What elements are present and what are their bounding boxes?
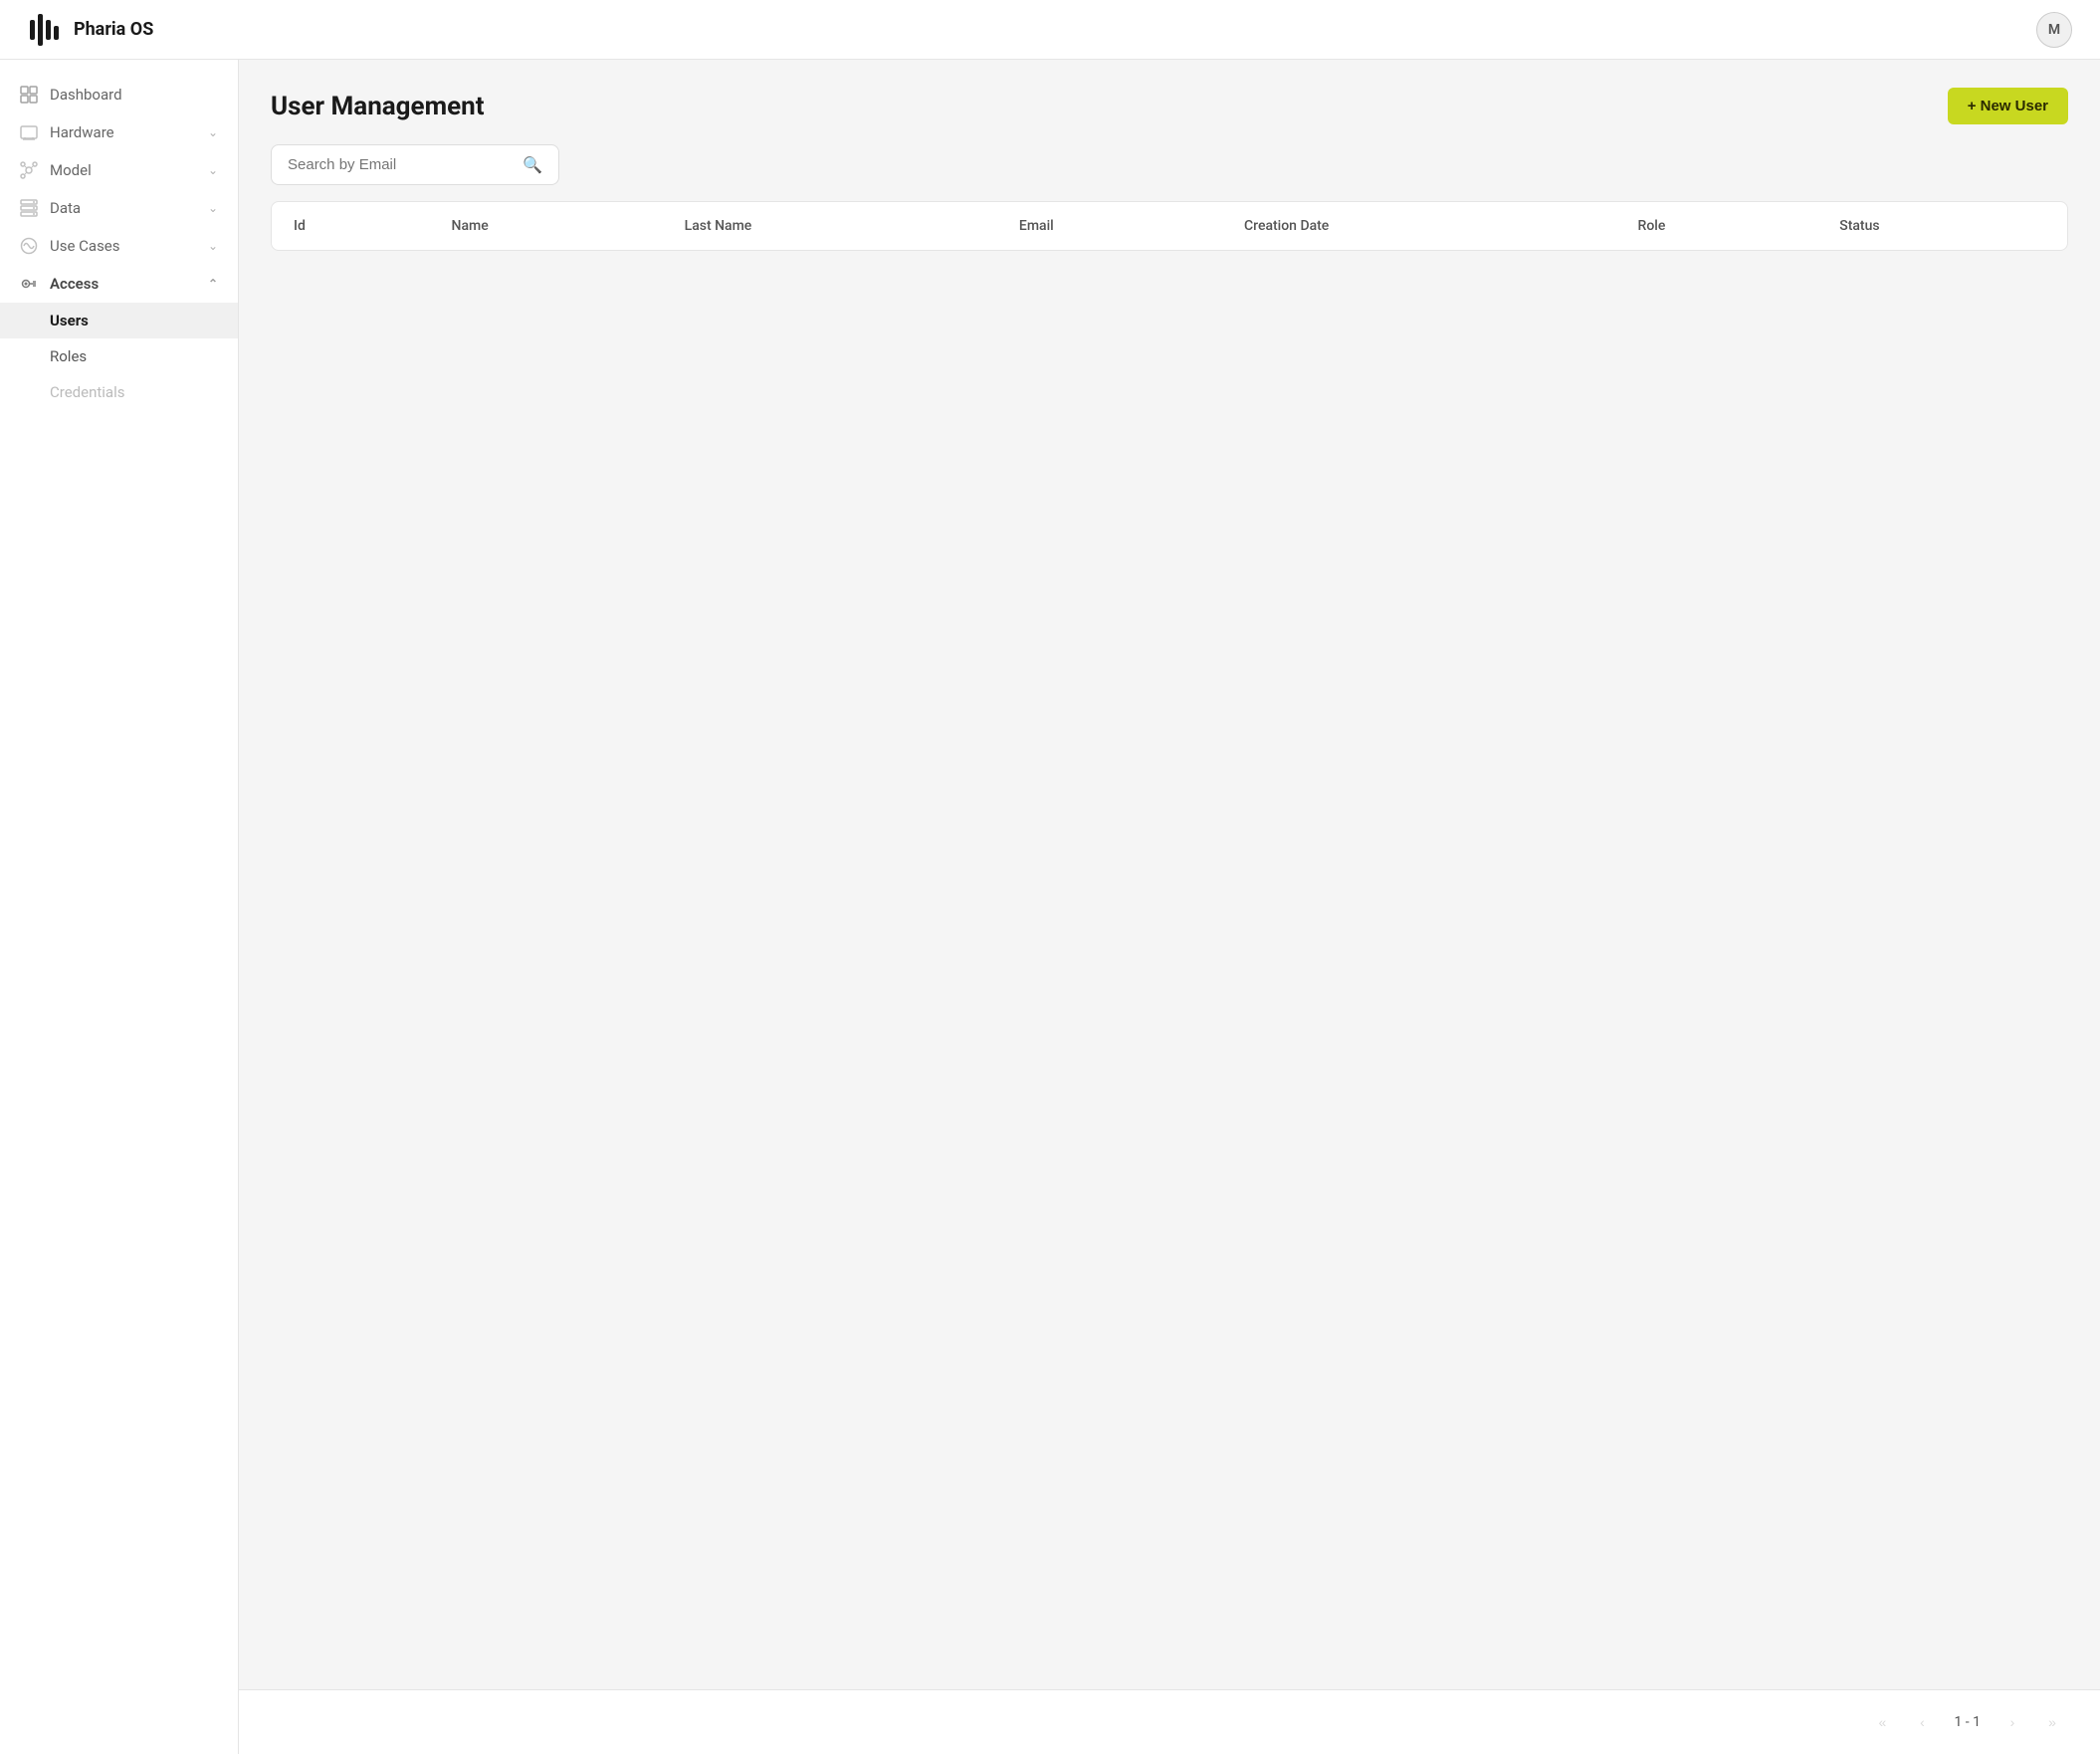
page-info: 1 - 1 bbox=[1946, 1714, 1989, 1730]
sidebar-item-label: Use Cases bbox=[50, 237, 120, 255]
sidebar-sub-item-credentials: Credentials bbox=[0, 374, 238, 410]
sidebar-item-use-cases[interactable]: Use Cases ⌄ bbox=[0, 227, 238, 265]
pharia-logo-icon bbox=[28, 12, 64, 48]
access-icon bbox=[20, 275, 38, 293]
sidebar-sub-item-roles[interactable]: Roles bbox=[0, 338, 238, 374]
hardware-icon bbox=[20, 123, 38, 141]
app-name: Pharia OS bbox=[74, 19, 153, 40]
next-page-button[interactable]: › bbox=[1996, 1706, 2028, 1738]
sidebar-item-label: Dashboard bbox=[50, 86, 122, 104]
chevron-down-icon: ⌄ bbox=[208, 163, 218, 177]
table-wrapper: Id Name Last Name Email Creation Date Ro… bbox=[239, 201, 2100, 1689]
sidebar-item-data[interactable]: Data ⌄ bbox=[0, 189, 238, 227]
sidebar-sub-item-label: Roles bbox=[50, 347, 87, 365]
main-content: User Management + New User 🔍 Id Name Las… bbox=[239, 60, 2100, 1754]
first-page-button[interactable]: « bbox=[1866, 1706, 1898, 1738]
pagination: « ‹ 1 - 1 › » bbox=[239, 1689, 2100, 1754]
col-name: Name bbox=[436, 204, 667, 248]
use-cases-icon bbox=[20, 237, 38, 255]
col-email: Email bbox=[1003, 204, 1226, 248]
table-header: Id Name Last Name Email Creation Date Ro… bbox=[274, 204, 2065, 248]
col-role: Role bbox=[1622, 204, 1822, 248]
page-title: User Management bbox=[271, 92, 485, 121]
users-table: Id Name Last Name Email Creation Date Ro… bbox=[271, 201, 2068, 251]
search-input[interactable] bbox=[288, 156, 515, 173]
sidebar-item-label: Hardware bbox=[50, 123, 114, 141]
sidebar-item-access[interactable]: Access ⌃ bbox=[0, 265, 238, 303]
prev-page-button[interactable]: ‹ bbox=[1906, 1706, 1938, 1738]
top-header: Pharia OS M bbox=[0, 0, 2100, 60]
sidebar-item-label: Model bbox=[50, 161, 92, 179]
sidebar-item-label: Data bbox=[50, 199, 81, 217]
main-layout: Dashboard Hardware ⌄ Mo bbox=[0, 60, 2100, 1754]
search-icon: 🔍 bbox=[523, 155, 542, 174]
logo-area: Pharia OS bbox=[28, 12, 153, 48]
sidebar-sub-item-label: Users bbox=[50, 312, 89, 329]
sidebar: Dashboard Hardware ⌄ Mo bbox=[0, 60, 239, 1754]
chevron-down-icon: ⌄ bbox=[208, 239, 218, 253]
sidebar-item-label: Access bbox=[50, 275, 99, 293]
chevron-down-icon: ⌄ bbox=[208, 201, 218, 215]
chevron-down-icon: ⌄ bbox=[208, 125, 218, 139]
data-icon bbox=[20, 199, 38, 217]
col-creation-date: Creation Date bbox=[1228, 204, 1620, 248]
sidebar-item-dashboard[interactable]: Dashboard bbox=[0, 76, 238, 113]
model-icon bbox=[20, 161, 38, 179]
sidebar-sub-item-label: Credentials bbox=[50, 383, 124, 401]
page-header: User Management + New User bbox=[239, 60, 2100, 144]
col-last-name: Last Name bbox=[669, 204, 1001, 248]
sidebar-item-model[interactable]: Model ⌄ bbox=[0, 151, 238, 189]
chevron-up-icon: ⌃ bbox=[208, 277, 218, 291]
search-area: 🔍 bbox=[239, 144, 2100, 201]
new-user-button[interactable]: + New User bbox=[1948, 88, 2068, 124]
col-id: Id bbox=[274, 204, 434, 248]
last-page-button[interactable]: » bbox=[2036, 1706, 2068, 1738]
user-avatar[interactable]: M bbox=[2036, 12, 2072, 48]
col-status: Status bbox=[1823, 204, 2065, 248]
search-box: 🔍 bbox=[271, 144, 559, 185]
sidebar-item-hardware[interactable]: Hardware ⌄ bbox=[0, 113, 238, 151]
sidebar-sub-item-users[interactable]: Users bbox=[0, 303, 238, 338]
dashboard-icon bbox=[20, 86, 38, 104]
table-header-row: Id Name Last Name Email Creation Date Ro… bbox=[274, 204, 2065, 248]
